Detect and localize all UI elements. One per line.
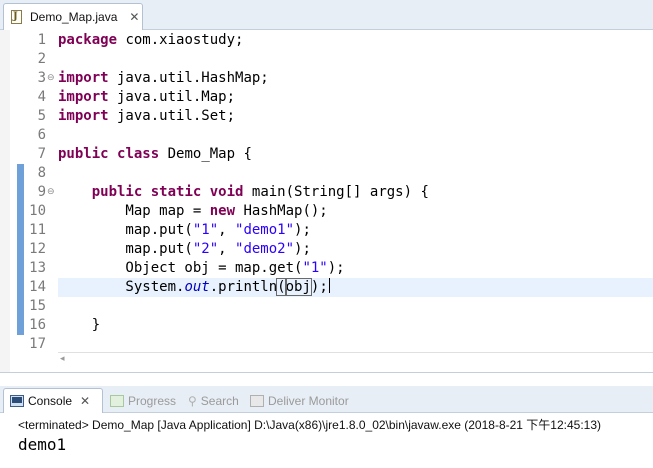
method-scope-marker [17,240,24,259]
matching-bracket: ( [276,278,287,296]
console-tab-bar: Console ✕ Progress ⚲ Search Deliver Moni… [0,386,653,413]
code-text: public static void main(String[] args) { [91,184,429,200]
code-text: import java.util.Set; [58,108,236,124]
code-line[interactable]: 3 ⊖ import java.util.HashMap; [0,69,653,88]
code-line[interactable]: 16 } [0,316,653,335]
line-number: 11 [29,222,46,238]
line-number: 15 [29,298,46,314]
editor-tab-bar: J Demo_Map.java ✕ [0,0,653,30]
code-text: map.put("2", "demo2"); [58,241,311,257]
code-line-current[interactable]: 14 System.out.println(obj); [0,278,653,297]
code-text: } [58,317,101,333]
code-line[interactable]: 11 map.put("1", "demo1"); [0,221,653,240]
line-number: 14 [29,279,46,295]
line-number: 13 [29,260,46,276]
line-number: 9 [37,184,46,200]
line-number: 16 [29,317,46,333]
code-text: System.out.println(obj); [58,278,330,296]
code-text: import java.util.Map; [58,89,236,105]
line-number: 10 [29,203,46,219]
line-number: 4 [37,89,46,105]
line-number: 12 [29,241,46,257]
code-text: public class Demo_Map { [58,146,252,162]
code-line[interactable]: 7 public class Demo_Map { [0,145,653,164]
editor-tab-demo-map[interactable]: J Demo_Map.java ✕ [3,3,143,30]
tab-deliver-monitor[interactable]: Deliver Monitor [244,388,349,413]
console-monitor-icon [10,395,24,407]
close-icon[interactable]: ✕ [129,11,139,23]
code-line[interactable]: 5 import java.util.Set; [0,107,653,126]
code-line[interactable]: 9 ⊖ public static void main(String[] arg… [0,183,653,202]
code-line[interactable]: 13 Object obj = map.get("1"); [0,259,653,278]
code-line[interactable]: 4 import java.util.Map; [0,88,653,107]
tab-search[interactable]: ⚲ Search [182,388,239,413]
tab-label: Deliver Monitor [268,393,349,408]
tab-label: Progress [128,393,177,408]
method-scope-marker [17,164,24,183]
code-text: Object obj = map.get("1"); [58,260,345,276]
progress-icon [110,394,124,407]
line-number: 3 [37,70,46,86]
search-icon: ⚲ [188,393,197,408]
console-view: Console ✕ Progress ⚲ Search Deliver Moni… [0,372,653,468]
line-number: 17 [29,336,46,352]
code-text: import java.util.HashMap; [58,70,269,86]
editor-tab-label: Demo_Map.java [30,10,118,24]
method-scope-marker [17,297,24,316]
tab-console[interactable]: Console ✕ [3,388,103,413]
tab-label: Console [28,394,73,408]
method-scope-marker [17,221,24,240]
line-number: 6 [37,127,46,143]
line-number: 2 [37,51,46,67]
code-editor[interactable]: 1 package com.xiaostudy; 2 3 ⊖ import ja… [0,30,653,372]
text-cursor [328,278,330,293]
line-number: 7 [37,146,46,162]
code-line[interactable]: 8 [0,164,653,183]
method-scope-marker [17,202,24,221]
code-text: Map map = new HashMap(); [58,203,328,219]
code-text: map.put("1", "demo1"); [58,222,311,238]
code-line[interactable]: 12 map.put("2", "demo2"); [0,240,653,259]
fold-collapse-icon[interactable]: ⊖ [47,70,55,87]
method-scope-marker [17,183,24,202]
code-line[interactable]: 15 [0,297,653,316]
tab-progress[interactable]: Progress [104,388,176,413]
line-number: 8 [37,165,46,181]
console-output[interactable]: demo1 [18,435,66,454]
horizontal-scrollbar[interactable]: ◂ [58,352,653,370]
close-icon[interactable]: ✕ [80,394,90,408]
selected-word-obj: obj [284,278,312,296]
code-line[interactable]: 1 package com.xiaostudy; [0,31,653,50]
deliver-monitor-icon [250,394,264,407]
code-line[interactable]: 10 Map map = new HashMap(); [0,202,653,221]
code-text: package com.xiaostudy; [58,32,244,48]
scroll-left-arrow-icon[interactable]: ◂ [60,354,65,364]
fold-collapse-icon[interactable]: ⊖ [47,184,55,201]
code-line[interactable]: 2 [0,50,653,69]
code-line[interactable]: 6 [0,126,653,145]
method-scope-marker [17,278,24,297]
java-file-icon: J [10,9,24,25]
tab-label: Search [200,393,239,408]
method-scope-marker [17,316,24,335]
method-scope-marker [17,259,24,278]
line-number: 5 [37,108,46,124]
line-number: 1 [37,32,46,48]
console-status-line: <terminated> Demo_Map [Java Application]… [18,418,601,432]
